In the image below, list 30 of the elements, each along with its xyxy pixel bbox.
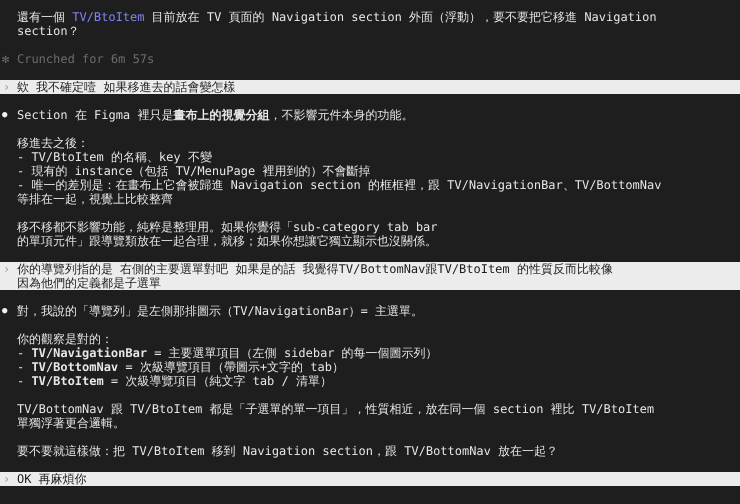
message-line: 對，我說的「導覽列」是左側那排圖示（TV/NavigationBar）= 主選單。: [17, 304, 424, 318]
bullet-icon: ●: [0, 108, 17, 122]
prompt-line: 你的導覽列指的是 右側的主要選單對吧 如果是的話 我覺得TV/BottomNav跟TV/BtoItem 的性質反而比較像: [17, 262, 613, 276]
message-line: 還有一個 TV/BtoItem 目前放在 TV 頁面的 Navigation section 外面（浮動），要不要把它移進 Navigation: [17, 10, 657, 24]
message-line: TV/BottomNav 跟 TV/BtoItem 都是「子選單的單一項目」，性質相近，放在同一個 section 裡比 TV/BtoItem: [17, 402, 654, 416]
message-line: section？: [17, 24, 80, 38]
message-line: 等排在一起，視覺上比較整齊: [17, 192, 173, 206]
prompt-line: 因為他們的定義都是子選單: [17, 276, 161, 290]
status-text: Crunched for 6m 57s: [17, 52, 154, 66]
status-symbol: ✻: [1, 52, 10, 66]
message-line: - TV/BtoItem 的名稱、key 不變: [17, 150, 212, 164]
message-line: 要不要就這樣做：把 TV/BtoItem 移到 Navigation section，跟 TV/BottomNav 放在一起？: [17, 444, 558, 458]
prompt-line: OK 再麻煩你: [17, 472, 87, 486]
message-line: - TV/BottomNav = 次級導覽項目（帶圖示+文字的 tab）: [17, 360, 344, 374]
message-line: 的單項元件」跟導覽類放在一起合理，就移；如果你想讓它獨立顯示也沒關係。: [17, 234, 437, 248]
message-line: - 唯一的差別是：在畫布上它會被歸進 Navigation section 的框框裡，跟 TV/NavigationBar、TV/BottomNav: [17, 178, 662, 192]
message-line: - 現有的 instance（包括 TV/MenuPage 裡用到的）不會斷掉: [17, 164, 370, 178]
prompt-marker: ›: [2, 472, 12, 486]
message-line: 移不移都不影響功能，純粹是整理用。如果你覺得「sub-category tab bar: [17, 220, 438, 234]
prompt-line: 欸 我不確定噎 如果移進去的話會變怎樣: [17, 80, 236, 94]
message-line: - TV/BtoItem = 次級導覽項目（純文字 tab / 清單）: [17, 374, 332, 388]
message-line: 你的觀察是對的：: [17, 332, 113, 346]
message-line: Section 在 Figma 裡只是畫布上的視覺分組，不影響元件本身的功能。: [17, 108, 414, 122]
prompt-marker: ›: [2, 262, 12, 278]
message-line: - TV/NavigationBar = 主要選單項目（左側 sidebar 的每一個圖示列）: [17, 346, 438, 360]
bullet-icon: ●: [0, 304, 17, 318]
file-reference[interactable]: TV/BtoItem: [72, 10, 144, 24]
prompt-marker: ›: [2, 80, 12, 94]
message-line: 移進去之後：: [17, 136, 89, 150]
message-line: 單獨浮著更合邏輯。: [17, 416, 125, 430]
